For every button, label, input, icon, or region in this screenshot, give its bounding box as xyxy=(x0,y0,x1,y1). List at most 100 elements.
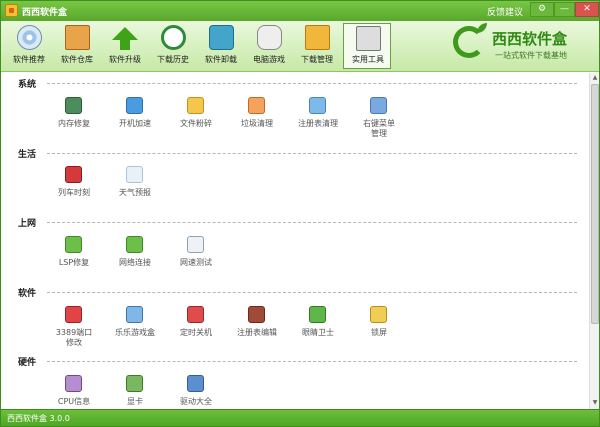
tool-label: 锁屏 xyxy=(371,328,387,337)
tool-registry-cleanup[interactable]: 注册表清理 xyxy=(291,97,345,141)
network-icon xyxy=(126,236,143,253)
settings-button[interactable]: ⚙ xyxy=(530,2,554,17)
close-button[interactable]: ✕ xyxy=(575,2,599,17)
cd-icon xyxy=(17,25,42,50)
tool-graphics-card[interactable]: 显卡 xyxy=(108,375,162,409)
recycle-bin-icon xyxy=(209,25,234,50)
tool-label: 网速测试 xyxy=(180,258,212,267)
feedback-link[interactable]: 反馈建议 xyxy=(487,5,523,18)
tool-label: CPU信息 xyxy=(57,397,91,406)
tool-label: 定时关机 xyxy=(180,328,212,337)
toolbar-pc-games[interactable]: 电脑游戏 xyxy=(245,23,293,69)
tool-boot-speedup[interactable]: 开机加速 xyxy=(108,97,162,141)
toolbar-download-manager[interactable]: 下载管理 xyxy=(293,23,341,69)
toolbar-label: 软件卸载 xyxy=(205,55,237,64)
toolbar-label: 软件升级 xyxy=(109,55,141,64)
tool-label: LSP修复 xyxy=(58,258,90,267)
tool-eye-guard[interactable]: 眼睛卫士 xyxy=(291,306,345,350)
minimize-button[interactable]: — xyxy=(554,2,575,17)
tool-label: 文件粉碎 xyxy=(180,119,212,128)
port-icon xyxy=(65,306,82,323)
toolbar-software-recommend[interactable]: 软件推荐 xyxy=(5,23,53,69)
scroll-up-arrow-icon[interactable]: ▲ xyxy=(591,74,599,82)
tool-label: 天气预报 xyxy=(119,188,151,197)
tool-label: 驱动大全 xyxy=(180,397,212,406)
section-divider xyxy=(47,83,577,84)
toolbar-software-uninstall[interactable]: 软件卸载 xyxy=(197,23,245,69)
clock-icon xyxy=(161,25,186,50)
section-divider xyxy=(47,153,577,154)
tool-label: 注册表清理 xyxy=(298,119,338,128)
tool-junk-cleanup[interactable]: 垃圾清理 xyxy=(230,97,284,141)
driver-icon xyxy=(187,375,204,392)
tool-label: 网络连接 xyxy=(119,258,151,267)
status-bar: 西西软件盒 3.0.0 xyxy=(1,409,599,426)
tool-3389-port-change[interactable]: 3389端口修改 xyxy=(47,306,101,350)
tool-lsp-repair[interactable]: LSP修复 xyxy=(47,236,101,280)
eye-icon xyxy=(309,306,326,323)
toolbar-label: 软件仓库 xyxy=(61,55,93,64)
tool-driver-collection[interactable]: 驱动大全 xyxy=(169,375,223,409)
version-text: 西西软件盒 3.0.0 xyxy=(7,414,70,423)
toolbar-download-history[interactable]: 下载历史 xyxy=(149,23,197,69)
tool-context-menu-manager[interactable]: 右键菜单管理 xyxy=(352,97,406,141)
shredder-icon xyxy=(187,97,204,114)
tool-label: 垃圾清理 xyxy=(241,119,273,128)
section-divider xyxy=(47,222,577,223)
star-icon xyxy=(370,97,387,114)
vertical-scrollbar[interactable]: ▲ ▼ xyxy=(589,73,599,409)
tool-registry-editor[interactable]: 注册表编辑 xyxy=(230,306,284,350)
tools-icon xyxy=(356,26,381,51)
regedit-icon xyxy=(248,306,265,323)
shield-icon xyxy=(126,97,143,114)
scroll-thumb[interactable] xyxy=(591,84,599,324)
speedtest-icon xyxy=(187,236,204,253)
tool-memory-repair[interactable]: 内存修复 xyxy=(47,97,101,141)
lock-icon xyxy=(370,306,387,323)
tool-label: 显卡 xyxy=(127,397,143,406)
tool-label: 3389端口修改 xyxy=(55,328,93,347)
section-title-hardware: 硬件 xyxy=(18,358,37,368)
download-folder-icon xyxy=(305,25,330,50)
tool-label: 注册表编辑 xyxy=(237,328,277,337)
toolbar-label: 下载历史 xyxy=(157,55,189,64)
section-title-life: 生活 xyxy=(18,150,37,160)
toolbar-label: 电脑游戏 xyxy=(253,55,285,64)
tool-speed-test[interactable]: 网速测试 xyxy=(169,236,223,280)
tool-label: 列车时刻 xyxy=(58,188,90,197)
section-divider xyxy=(47,361,577,362)
tool-train-timetable[interactable]: 列车时刻 xyxy=(47,166,101,210)
tool-lock-screen[interactable]: 锁屏 xyxy=(352,306,406,350)
brand-slogan: 一站式软件下载基地 xyxy=(495,51,567,60)
window-title: 西西软件盒 xyxy=(22,8,68,18)
tool-label: 乐乐游戏盒 xyxy=(115,328,155,337)
tool-label: 开机加速 xyxy=(119,119,151,128)
graphics-card-icon xyxy=(126,375,143,392)
tool-label: 眼睛卫士 xyxy=(302,328,334,337)
tool-label: 右键菜单管理 xyxy=(363,119,395,138)
tool-file-shredder[interactable]: 文件粉碎 xyxy=(169,97,223,141)
tool-label: 内存修复 xyxy=(58,119,90,128)
toolbar-software-upgrade[interactable]: 软件升级 xyxy=(101,23,149,69)
toolbar-software-repository[interactable]: 软件仓库 xyxy=(53,23,101,69)
tool-weather-forecast[interactable]: 天气预报 xyxy=(108,166,162,210)
toolbar-utility-tools[interactable]: 实用工具 xyxy=(343,23,391,69)
memory-icon xyxy=(65,97,82,114)
title-bar: 西西软件盒 反馈建议 ⚙ — ✕ xyxy=(1,1,599,21)
tool-network-connection[interactable]: 网络连接 xyxy=(108,236,162,280)
tool-game-box[interactable]: 乐乐游戏盒 xyxy=(108,306,162,350)
box-icon xyxy=(65,25,90,50)
section-title-system: 系统 xyxy=(18,80,37,90)
tool-cpu-info[interactable]: CPU信息 xyxy=(47,375,101,409)
game-box-icon xyxy=(126,306,143,323)
toolbar-label: 实用工具 xyxy=(352,55,384,64)
registry-icon xyxy=(309,97,326,114)
section-title-software: 软件 xyxy=(18,289,37,299)
scroll-down-arrow-icon[interactable]: ▼ xyxy=(591,399,599,407)
section-divider xyxy=(47,292,577,293)
gamepad-icon xyxy=(257,25,282,50)
train-icon xyxy=(65,166,82,183)
cpu-icon xyxy=(65,375,82,392)
tool-scheduled-shutdown[interactable]: 定时关机 xyxy=(169,306,223,350)
tools-panel: 系统 内存修复 开机加速 文件粉碎 垃圾清理 注册表清理 右键菜单管理 生活 列… xyxy=(1,73,599,409)
